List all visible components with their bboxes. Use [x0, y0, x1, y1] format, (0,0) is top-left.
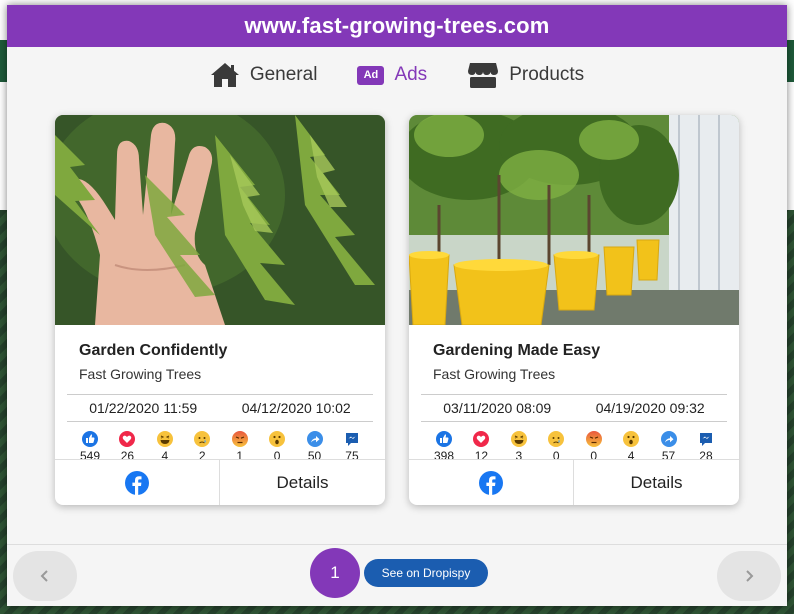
chevron-left-icon [40, 570, 48, 582]
ad-image-greenhouse-potted-trees[interactable] [409, 115, 739, 325]
ad-image-hand-with-foliage[interactable] [55, 115, 385, 325]
facebook-link-button[interactable] [409, 460, 574, 505]
tab-general[interactable]: General [210, 62, 318, 88]
store-icon [468, 63, 499, 88]
love-icon [473, 431, 490, 447]
ad-start-date: 01/22/2020 11:59 [89, 400, 198, 416]
ad-title: Garden Confidently [79, 342, 228, 359]
love-icon [119, 431, 136, 447]
next-page-button[interactable] [717, 551, 781, 601]
tab-products-label: Products [509, 64, 585, 85]
home-icon [210, 63, 239, 87]
angry-icon [231, 431, 248, 447]
ad-date-range: 01/22/2020 11:59 04/12/2020 10:02 [67, 394, 373, 422]
facebook-icon [125, 470, 149, 495]
share-icon [660, 431, 677, 447]
modal-header: www.fast-growing-trees.com [7, 5, 787, 47]
tab-general-label: General [249, 64, 318, 85]
ad-icon: Ad [357, 65, 385, 85]
current-page-indicator[interactable]: 1 [310, 548, 360, 598]
ad-card: Gardening Made Easy Fast Growing Trees 0… [409, 115, 739, 505]
chevron-right-icon [746, 570, 754, 582]
facebook-icon [479, 470, 503, 495]
wow-icon [269, 431, 286, 447]
advertiser-name: Fast Growing Trees [433, 366, 556, 382]
details-button[interactable]: Details [574, 460, 739, 505]
see-on-dropispy-button[interactable]: See on Dropispy [364, 559, 488, 587]
site-domain-title: www.fast-growing-trees.com [244, 13, 550, 38]
tab-products[interactable]: Products [467, 61, 584, 89]
share-icon [306, 431, 323, 447]
ad-title: Gardening Made Easy [433, 342, 601, 359]
tab-bar: General Ad Ads Products [7, 47, 787, 103]
prev-page-button[interactable] [13, 551, 77, 601]
ad-date-range: 03/11/2020 08:09 04/19/2020 09:32 [421, 394, 727, 422]
wow-icon [623, 431, 640, 447]
facebook-link-button[interactable] [55, 460, 220, 505]
ad-card: Garden Confidently Fast Growing Trees 01… [55, 115, 385, 505]
sad-icon [548, 431, 565, 447]
ad-popup-modal: www.fast-growing-trees.com General Ad Ad… [7, 5, 787, 606]
haha-icon [510, 431, 527, 447]
comment-icon [699, 432, 712, 446]
comment-icon [345, 432, 358, 446]
ad-end-date: 04/19/2020 09:32 [595, 400, 705, 416]
tab-ads[interactable]: Ad Ads [357, 64, 427, 86]
sad-icon [194, 431, 211, 447]
advertiser-name: Fast Growing Trees [79, 366, 202, 382]
tab-ads-label: Ads [394, 64, 428, 85]
like-icon [436, 431, 452, 447]
angry-icon [585, 431, 602, 447]
like-icon [82, 431, 98, 447]
details-button[interactable]: Details [220, 460, 385, 505]
reaction-stats: 398 12 3 0 0 4 57 28 [409, 422, 739, 463]
haha-icon [156, 431, 173, 447]
ad-start-date: 03/11/2020 08:09 [443, 400, 552, 416]
reaction-stats: 549 26 4 2 1 0 50 75 [55, 422, 385, 463]
card-actions: Details [409, 459, 739, 505]
card-actions: Details [55, 459, 385, 505]
pagination-bar: 1 See on Dropispy [7, 544, 787, 606]
ad-end-date: 04/12/2020 10:02 [241, 400, 351, 416]
